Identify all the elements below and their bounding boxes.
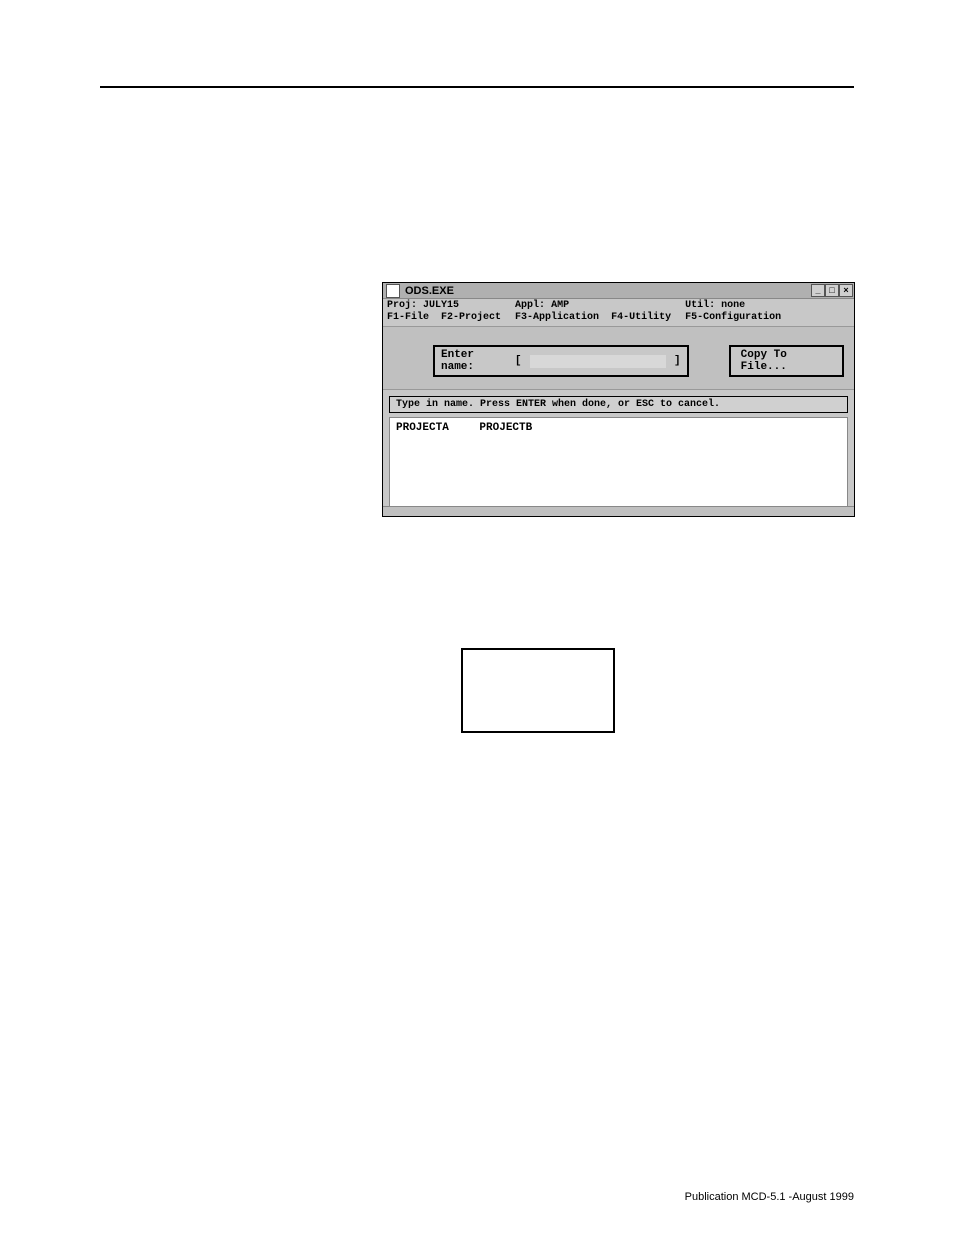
titlebar[interactable]: ODS.EXE _ □ ×	[383, 283, 854, 299]
menu-utility[interactable]: F4-Utility	[611, 312, 671, 323]
bracket-right: ]	[674, 355, 681, 367]
header-rule	[100, 86, 854, 88]
status-bar	[383, 506, 854, 516]
enter-name-label: Enter name:	[441, 349, 507, 373]
system-menu-icon[interactable]	[386, 284, 400, 298]
list-item[interactable]: PROJECTB	[479, 422, 532, 434]
name-input[interactable]	[530, 355, 667, 368]
minimize-button[interactable]: _	[811, 284, 825, 297]
enter-name-box: Enter name: []	[433, 345, 689, 377]
empty-box	[461, 648, 615, 733]
hint-text: Type in name. Press ENTER when done, or …	[389, 396, 848, 413]
status-util: Util: none F5-Configuration	[685, 300, 781, 324]
menu-project[interactable]: F2-Project	[441, 312, 501, 323]
project-list: PROJECTA PROJECTB	[389, 417, 848, 517]
copy-to-file-button[interactable]: Copy To File...	[729, 345, 844, 377]
status-appl: Appl: AMP F3-Application F4-Utility	[515, 300, 671, 324]
menu-bar: Proj: JULY15 F1-File F2-Project Appl: AM…	[383, 299, 854, 326]
maximize-button[interactable]: □	[825, 284, 839, 297]
status-proj: Proj: JULY15 F1-File F2-Project	[387, 300, 501, 324]
page-footer: Publication MCD-5.1 -August 1999	[685, 1191, 854, 1203]
window-title: ODS.EXE	[403, 285, 811, 297]
bracket-left: [	[515, 355, 522, 367]
menu-configuration[interactable]: F5-Configuration	[685, 312, 781, 323]
menu-file[interactable]: F1-File	[387, 312, 429, 323]
app-window: ODS.EXE _ □ × Proj: JULY15 F1-File F2-Pr…	[382, 282, 855, 517]
list-item[interactable]: PROJECTA	[396, 422, 449, 434]
close-button[interactable]: ×	[839, 284, 853, 297]
window-buttons: _ □ ×	[811, 284, 853, 297]
menu-application[interactable]: F3-Application	[515, 312, 599, 323]
input-row: Enter name: [] Copy To File...	[383, 326, 854, 390]
